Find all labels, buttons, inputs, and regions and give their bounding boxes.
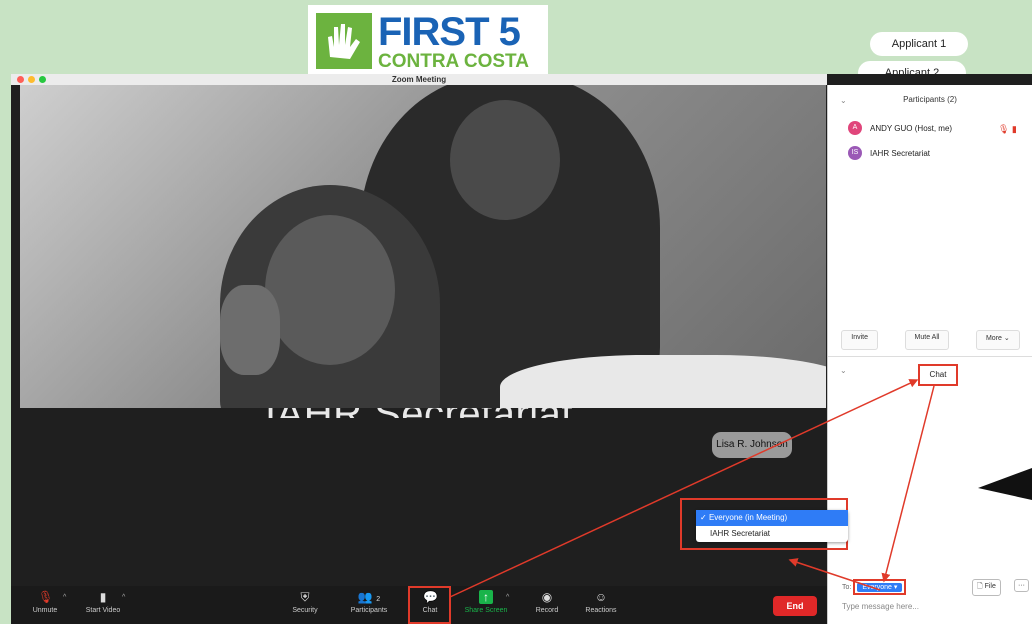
start-video-button[interactable]: ▮ Start Video [79, 590, 127, 614]
chat-highlight-box [408, 586, 451, 624]
dropdown-option-everyone[interactable]: ✓ Everyone (in Meeting) [696, 510, 848, 526]
invite-button[interactable]: Invite [841, 330, 878, 350]
share-options-caret[interactable]: ^ [506, 594, 509, 601]
muted-mic-icon: 🎙 [38, 590, 54, 604]
meeting-toolbar: 🎙 Unmute ^ ▮ Start Video ^ ⛨ Security 👥 … [11, 586, 827, 624]
chat-header: Chat [918, 364, 958, 386]
logo-line1: FIRST 5 [378, 9, 521, 54]
hand-icon [316, 13, 372, 69]
applicant-1-label: Applicant 1 [870, 32, 968, 56]
zoom-window: Zoom Meeting IAHR Secretariat 🎙 Unmute ^… [11, 74, 1032, 624]
end-meeting-button[interactable]: End [773, 596, 817, 616]
recipient-selector[interactable]: Everyone ▾ [857, 583, 903, 592]
avatar: A [848, 121, 862, 135]
dropdown-option-iahr[interactable]: IAHR Secretariat [696, 526, 848, 542]
smiley-icon: ☺ [594, 590, 608, 604]
video-options-caret[interactable]: ^ [122, 594, 125, 601]
mute-all-button[interactable]: Mute All [904, 330, 950, 350]
participant-name: ANDY GUO (Host, me) [870, 123, 953, 133]
video-off-icon: ▮ [99, 590, 107, 604]
participant-row[interactable]: IS IAHR Secretariat [848, 146, 930, 160]
participant-name: IAHR Secretariat [870, 148, 931, 158]
muted-status-icon: 🎙 ▮ [998, 124, 1017, 134]
people-icon: 👥 2 [357, 590, 381, 604]
first5-logo: FIRST 5 CONTRA COSTA [308, 5, 548, 77]
collapse-participants-chevron-icon[interactable]: ⌄ [840, 96, 847, 105]
participants-button[interactable]: 👥 2 Participants [341, 590, 397, 614]
record-button[interactable]: ◉ Record [527, 590, 567, 614]
collapse-chat-chevron-icon[interactable]: ⌄ [840, 366, 847, 375]
unmute-button[interactable]: 🎙 Unmute [25, 590, 65, 614]
share-arrow-icon: ↑ [479, 590, 493, 604]
logo-line2: CONTRA COSTA [378, 50, 529, 72]
reactions-button[interactable]: ☺ Reactions [579, 590, 623, 614]
video-photo [20, 85, 826, 408]
avatar: IS [848, 146, 862, 160]
message-input[interactable]: Type message here... [842, 602, 919, 611]
to-label: To: [842, 583, 852, 591]
participants-header: Participants (2) [903, 95, 957, 104]
shield-icon: ⛨ [300, 590, 310, 604]
side-panel: ⌄ Participants (2) A ANDY GUO (Host, me)… [827, 85, 1032, 624]
recipient-dropdown: ✓ Everyone (in Meeting) IAHR Secretariat [696, 510, 848, 542]
panel-divider [828, 356, 1032, 357]
speaker-name-label: Lisa R. Johnson [712, 432, 792, 458]
title-bar: Zoom Meeting [11, 74, 827, 85]
recipient-selector-highlight: Everyone ▾ [853, 579, 907, 595]
more-button[interactable]: More ⌄ [975, 330, 1020, 350]
file-button[interactable]: 🗋 File [972, 579, 1001, 596]
audio-options-caret[interactable]: ^ [63, 594, 66, 601]
record-icon: ◉ [541, 590, 553, 604]
chat-more-button[interactable]: ··· [1014, 579, 1029, 592]
security-button[interactable]: ⛨ Security [283, 590, 327, 614]
window-title: Zoom Meeting [391, 75, 447, 84]
participant-row[interactable]: A ANDY GUO (Host, me) [848, 121, 952, 135]
